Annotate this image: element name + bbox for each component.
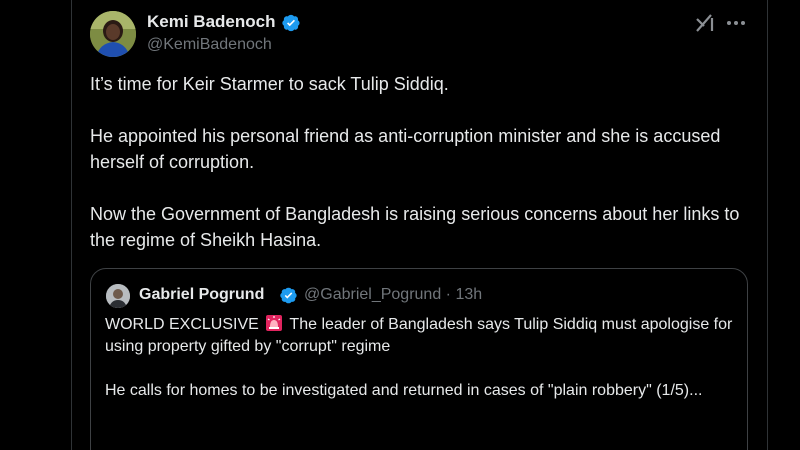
more-options-icon[interactable] <box>724 12 748 34</box>
quoted-paragraph: He calls for homes to be investigated an… <box>105 382 703 399</box>
rotating-light-icon <box>266 315 283 331</box>
author-handle[interactable]: @KemiBadenoch <box>147 36 272 54</box>
author-avatar-image <box>90 11 136 57</box>
quoted-author-handle[interactable]: @Gabriel_Pogrund <box>304 286 441 303</box>
quoted-author-avatar[interactable] <box>106 284 130 308</box>
author-name[interactable]: Kemi Badenoch <box>147 12 275 32</box>
tweet-text: It’s time for Keir Starmer to sack Tulip… <box>90 71 750 279</box>
quoted-paragraph: WORLD EXCLUSIVE The leader of Bangladesh… <box>105 314 735 358</box>
verified-badge-icon <box>280 287 297 304</box>
quoted-tweet-card[interactable]: Gabriel Pogrund @Gabriel_Pogrund · 13h W… <box>90 268 748 450</box>
tweet-paragraph: He appointed his personal friend as anti… <box>90 126 721 172</box>
author-avatar[interactable] <box>90 11 136 57</box>
quoted-timestamp[interactable]: 13h <box>455 286 482 303</box>
quoted-author-avatar-image <box>106 284 130 308</box>
tweet-paragraph: It’s time for Keir Starmer to sack Tulip… <box>90 74 449 94</box>
quoted-author-meta: @Gabriel_Pogrund · 13h <box>304 286 482 304</box>
grok-icon[interactable] <box>694 12 716 34</box>
quoted-author-name[interactable]: Gabriel Pogrund <box>139 286 264 304</box>
tweet-paragraph: Now the Government of Bangladesh is rais… <box>90 204 740 250</box>
verified-badge-icon <box>282 14 300 32</box>
page: Kemi Badenoch @KemiBadenoch It’s time fo… <box>0 0 800 450</box>
quoted-tweet-text: WORLD EXCLUSIVE The leader of Bangladesh… <box>105 314 735 424</box>
quoted-line-prefix: WORLD EXCLUSIVE <box>105 316 259 333</box>
meta-separator: · <box>445 286 451 303</box>
timeline-column: Kemi Badenoch @KemiBadenoch It’s time fo… <box>71 0 768 450</box>
